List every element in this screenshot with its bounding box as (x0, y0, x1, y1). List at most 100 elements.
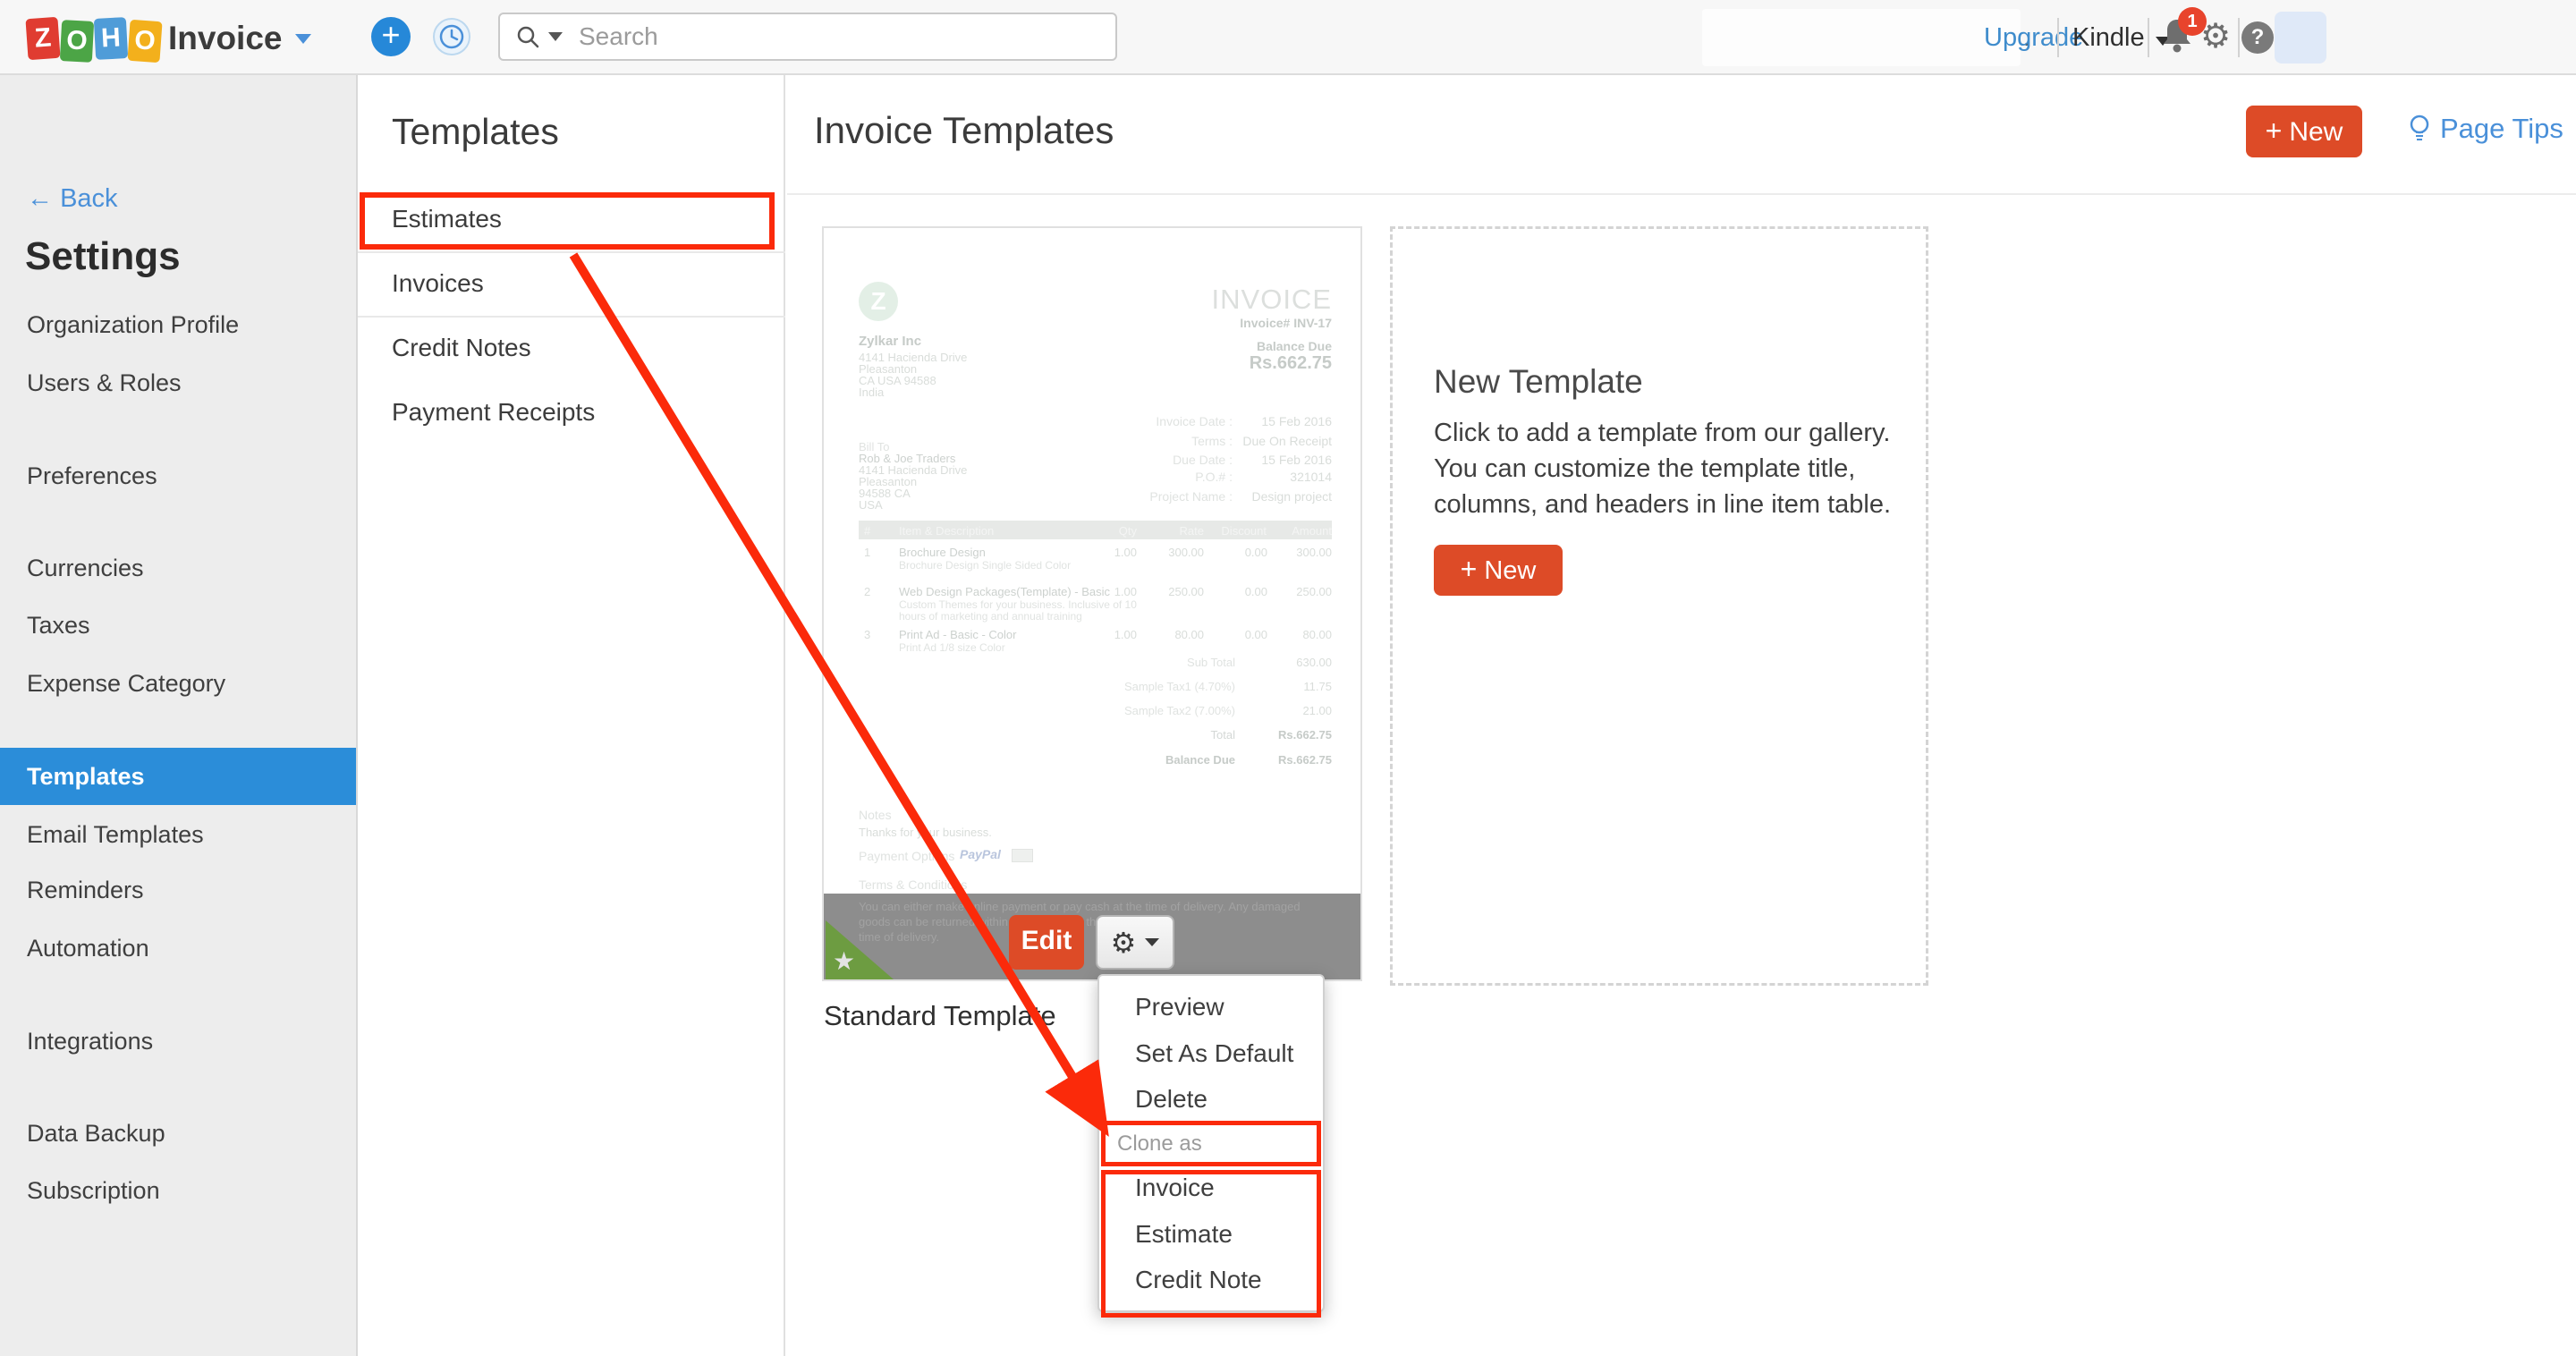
divider (2238, 18, 2240, 57)
preview-notes-label: Notes (859, 808, 892, 822)
preview-company-address: India (859, 386, 884, 399)
sidebar-item-preferences[interactable]: Preferences (0, 447, 356, 504)
sidebar-item-email-templates[interactable]: Email Templates (0, 806, 356, 863)
sidebar-item-reminders[interactable]: Reminders (0, 861, 356, 919)
preview-notes-text: Thanks for your business. (859, 826, 992, 839)
sidebar-item-expense-category[interactable]: Expense Category (0, 655, 356, 712)
global-search[interactable] (498, 13, 1117, 61)
product-name[interactable]: Invoice (168, 20, 283, 57)
preview-total-value: Rs.662.75 (1180, 728, 1332, 742)
preview-terms-text: You can either make online payment or pa… (859, 899, 1324, 945)
paypal-logo: PayPal (960, 847, 1001, 861)
chevron-down-icon (1145, 938, 1159, 946)
sidebar-item-templates[interactable]: Templates (0, 748, 356, 805)
menu-item-delete[interactable]: Delete (1099, 1077, 1323, 1122)
new-template-button[interactable]: +New (2246, 106, 2362, 157)
templates-tab-invoices[interactable]: Invoices (358, 253, 784, 314)
upgrade-link[interactable]: Upgrade (1984, 23, 2083, 53)
menu-item-preview[interactable]: Preview (1099, 985, 1323, 1030)
page-tips-link[interactable]: Page Tips (2406, 113, 2563, 145)
back-label: Back (60, 184, 117, 213)
new-template-card[interactable]: New Template Click to add a template fro… (1390, 226, 1928, 986)
sidebar-item-organization-profile[interactable]: Organization Profile (0, 296, 356, 353)
lightbulb-icon (2406, 113, 2433, 145)
preview-col-header: Discount (1204, 524, 1267, 538)
preview-terms-line: You can either make online payment or pa… (859, 899, 1324, 929)
divider (2057, 18, 2059, 57)
preview-row-rate: 250.00 (1150, 585, 1204, 598)
search-scope-caret-icon[interactable] (548, 32, 563, 41)
preview-row-discount: 0.00 (1205, 546, 1267, 559)
preview-payment-label: Payment Options (859, 849, 954, 863)
sidebar-item-currencies[interactable]: Currencies (0, 539, 356, 597)
annotation-box-clone-options (1101, 1170, 1321, 1318)
preview-meta-value: 15 Feb 2016 (1153, 453, 1332, 467)
search-icon (514, 23, 541, 50)
page-tips-label: Page Tips (2440, 113, 2563, 145)
templates-tab-credit-notes[interactable]: Credit Notes (358, 318, 784, 378)
new-template-desc: Click to add a template from our gallery… (1434, 419, 1890, 448)
preview-meta-value: 15 Feb 2016 (1153, 414, 1332, 428)
templates-panel-title: Templates (392, 111, 559, 153)
help-button[interactable]: ? (2241, 21, 2274, 54)
zoho-logo-letter: O (127, 20, 162, 63)
templates-tab-payment-receipts[interactable]: Payment Receipts (358, 382, 784, 443)
org-dropdown[interactable]: Kindle (2072, 23, 2170, 53)
settings-sidebar: ← Back Settings Organization Profile Use… (0, 75, 358, 1356)
back-link[interactable]: ← Back (27, 184, 118, 214)
preview-meta-value: 321014 (1153, 470, 1332, 484)
page-title: Invoice Templates (814, 109, 1114, 152)
plus-icon: + (1461, 553, 1478, 585)
zoho-logo-letter: O (60, 20, 94, 63)
preview-row-amount: 300.00 (1269, 546, 1332, 559)
preview-row-desc: hours of marketing and annual training (899, 610, 1082, 623)
sidebar-item-subscription[interactable]: Subscription (0, 1162, 356, 1219)
preview-row-desc: Print Ad 1/8 size Color (899, 641, 1005, 654)
zoho-logo[interactable]: Z O H O (27, 16, 163, 61)
sidebar-item-users-roles[interactable]: Users & Roles (0, 354, 356, 411)
sidebar-item-automation[interactable]: Automation (0, 920, 356, 977)
preview-col-header: Qty (1083, 524, 1137, 538)
zoho-logo-letter: Z (25, 17, 60, 60)
preview-col-header: Rate (1150, 524, 1204, 538)
gear-icon: ⚙ (1111, 926, 1137, 960)
new-template-card-button[interactable]: +New (1434, 545, 1563, 596)
template-hover-bar: You can either make online payment or pa… (824, 894, 1360, 979)
preview-company-name: Zylkar Inc (859, 334, 921, 349)
search-input[interactable] (579, 22, 1044, 51)
product-switcher-caret-icon[interactable] (295, 34, 311, 44)
preview-row-discount: 0.00 (1205, 585, 1267, 598)
templates-panel: Templates Estimates Invoices Credit Note… (358, 75, 785, 1356)
edit-template-button[interactable]: Edit (1009, 915, 1084, 970)
template-name: Standard Template (824, 1000, 1056, 1032)
preview-row-rate: 80.00 (1150, 628, 1204, 641)
preview-table-header: # Item & Description Qty Rate Discount A… (859, 521, 1332, 539)
preview-balance-due-value: Rs.662.75 (1153, 353, 1332, 374)
recent-history-icon[interactable] (433, 18, 470, 55)
avatar[interactable] (2275, 12, 2326, 64)
plus-icon: + (2266, 114, 2283, 147)
preview-terms-line: time of delivery. (859, 929, 1324, 945)
preview-doc-number: Invoice# INV-17 (1063, 316, 1332, 330)
template-card-standard[interactable]: Z INVOICE Invoice# INV-17 Zylkar Inc 414… (822, 226, 1362, 981)
sidebar-item-taxes[interactable]: Taxes (0, 597, 356, 654)
settings-gear-icon[interactable]: ⚙ (2200, 16, 2231, 55)
menu-item-set-as-default[interactable]: Set As Default (1099, 1031, 1323, 1076)
preview-row-rate: 300.00 (1150, 546, 1204, 559)
preview-row-discount: 0.00 (1205, 628, 1267, 641)
new-button-label: New (2289, 117, 2343, 147)
sidebar-item-integrations[interactable]: Integrations (0, 1013, 356, 1070)
zoho-logo-letter: H (94, 17, 128, 60)
zoho-invoice-app: Z O H O Invoice + . Upgrade Kindle (0, 0, 2576, 1356)
divider (2148, 18, 2149, 57)
preview-total-value: Rs.662.75 (1180, 753, 1332, 767)
new-button-label: New (1484, 556, 1536, 585)
org-name: Kindle (2072, 23, 2145, 52)
quick-create-button[interactable]: + (371, 17, 411, 56)
template-options-button[interactable]: ⚙ (1096, 915, 1174, 970)
sidebar-item-data-backup[interactable]: Data Backup (0, 1105, 356, 1162)
preview-row-desc: Brochure Design Single Sided Color (899, 559, 1071, 572)
preview-row-amount: 250.00 (1269, 585, 1332, 598)
preview-row-name: Brochure Design (899, 546, 986, 559)
notifications-button[interactable]: 1 (2158, 14, 2199, 61)
